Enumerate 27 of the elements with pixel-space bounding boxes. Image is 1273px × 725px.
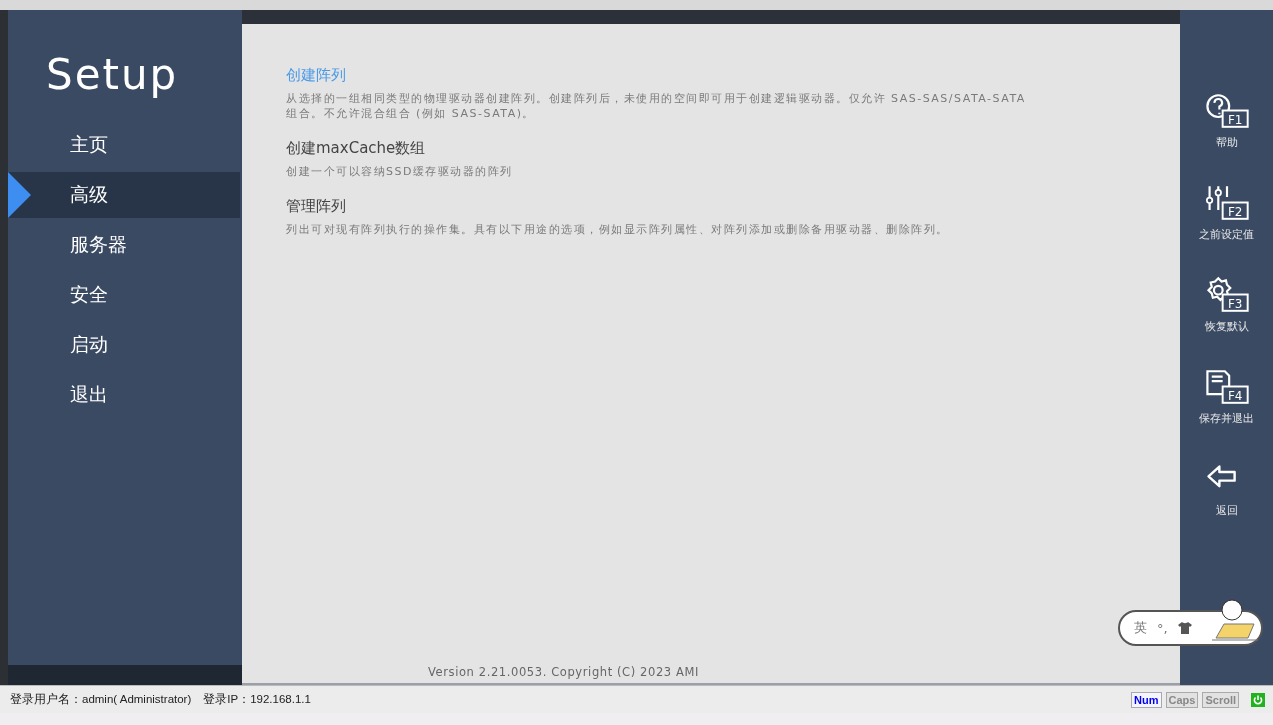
option-link[interactable]: 创建maxCache数组 bbox=[286, 139, 426, 158]
cartoon-mascot-drawing bbox=[1210, 598, 1260, 642]
login-ip-text: 登录IP：192.168.1.1 bbox=[203, 692, 311, 707]
key-indicator: Caps bbox=[1165, 691, 1199, 708]
menu-item[interactable]: 启动 bbox=[8, 322, 242, 368]
option-link[interactable]: 管理阵列 bbox=[286, 197, 346, 216]
key-indicator: Num bbox=[1131, 691, 1162, 708]
setup-title: Setup bbox=[45, 49, 180, 101]
hotkey-button[interactable]: F2 之前设定值 bbox=[1199, 184, 1254, 262]
menu-item[interactable]: 服务器 bbox=[8, 222, 242, 268]
shirt-icon[interactable] bbox=[1177, 622, 1192, 634]
menu-item[interactable]: 主页 bbox=[8, 122, 242, 168]
login-user-text: 登录用户名：admin( Administrator) bbox=[10, 692, 192, 707]
key-indicator: Scroll bbox=[1202, 691, 1239, 708]
punctuation-mode-text[interactable]: °, bbox=[1157, 620, 1168, 636]
menu-item[interactable]: 高级 bbox=[8, 172, 240, 218]
option-description: 创建一个可以容纳SSD缓存驱动器的阵列 bbox=[286, 164, 514, 179]
hotkey-button[interactable]: F4 保存并退出 bbox=[1199, 368, 1254, 446]
menu-item[interactable]: 安全 bbox=[8, 272, 242, 318]
hotkey-button[interactable]: F1 帮助 bbox=[1203, 92, 1250, 170]
option-description: 列出可对现有阵列执行的操作集。具有以下用途的选项，例如显示阵列属性、对阵列添加或删除备用驱动器、删除阵列。 bbox=[286, 222, 950, 237]
option-description: 从选择的一组相同类型的物理驱动器创建阵列。创建阵列后，未使用的空间即可用于创建逻辑驱动器。仅允许 SAS-SAS/SATA-SATA 组合。不允许混合组合 (例如 SAS-SATA)。 bbox=[286, 91, 1027, 121]
power-icon[interactable] bbox=[1251, 692, 1265, 707]
hotkey-button[interactable]: 返回 bbox=[1203, 460, 1250, 538]
hotkey-button[interactable]: F3 恢复默认 bbox=[1203, 276, 1250, 354]
menu-item[interactable]: 退出 bbox=[8, 372, 242, 418]
input-mode-text[interactable]: 英 bbox=[1134, 619, 1147, 637]
